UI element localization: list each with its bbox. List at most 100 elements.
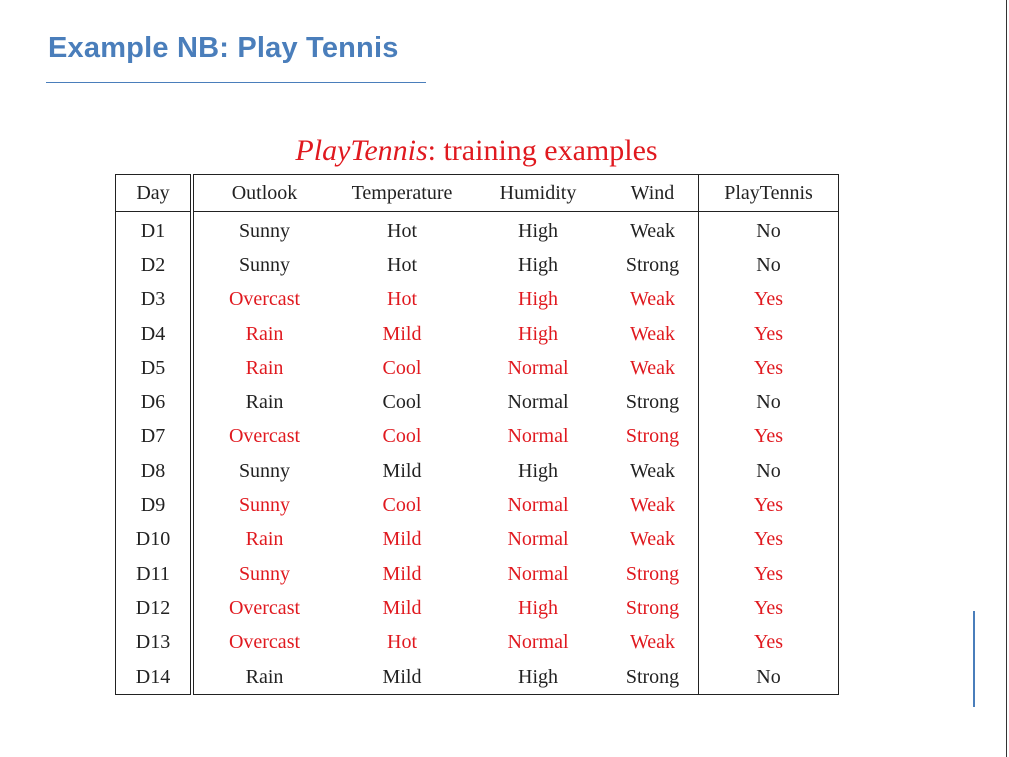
cell-temperature: Cool: [382, 391, 422, 414]
cell-humidity: High: [518, 665, 558, 688]
table-row: D9 Sunny Cool Normal Weak Yes: [115, 488, 839, 523]
table-row: D4 Rain Mild High Weak Yes: [115, 316, 839, 352]
cell-humidity: High: [518, 596, 558, 619]
cell-wind: Weak: [607, 282, 699, 317]
cell-playtennis: Yes: [753, 425, 784, 448]
cell-temperature: Hot: [387, 288, 417, 311]
cell-day: D14: [115, 659, 194, 695]
table-caption: PlayTennis: training examples: [115, 134, 838, 168]
cell-playtennis: No: [756, 391, 781, 414]
cell-wind: Strong: [607, 248, 699, 283]
cell-day: D7: [115, 419, 194, 455]
cell-temperature: Mild: [382, 459, 422, 482]
cell-humidity: High: [518, 288, 558, 311]
cell-humidity: Normal: [507, 494, 569, 517]
slide-title: Example NB: Play Tennis: [48, 32, 399, 64]
cell-outlook: Rain: [245, 665, 284, 688]
table-caption-dataset-name: PlayTennis: [295, 134, 428, 167]
cell-outlook: Rain: [245, 528, 284, 551]
cell-playtennis: Yes: [753, 356, 784, 379]
cell-wind: Strong: [607, 385, 699, 420]
cell-wind: Strong: [607, 659, 699, 695]
table-row: D8 Sunny Mild High Weak No: [115, 454, 839, 489]
cell-playtennis: Yes: [753, 562, 784, 585]
cell-humidity: Normal: [507, 631, 569, 654]
cell-outlook: Sunny: [238, 562, 291, 585]
cell-humidity: Normal: [507, 391, 569, 414]
cell-outlook: Overcast: [228, 288, 301, 311]
cell-day: D8: [115, 454, 194, 489]
cell-humidity: High: [518, 219, 558, 242]
cell-day: D11: [115, 556, 194, 592]
table-row: D11 Sunny Mild Normal Strong Yes: [115, 556, 839, 592]
cell-playtennis: Yes: [753, 631, 784, 654]
cell-day: D6: [115, 385, 194, 420]
cell-playtennis: Yes: [753, 528, 784, 551]
cell-day: D3: [115, 282, 194, 317]
header-humidity: Humidity: [469, 174, 607, 212]
header-outlook: Outlook: [192, 174, 335, 212]
cell-humidity: Normal: [507, 562, 569, 585]
header-temperature: Temperature: [335, 174, 469, 212]
cell-outlook: Sunny: [238, 219, 291, 242]
table-caption-suffix: : training examples: [427, 134, 658, 167]
table-row: D1 Sunny Hot High Weak No: [115, 211, 839, 249]
table-row: D10 Rain Mild Normal Weak Yes: [115, 522, 839, 557]
table-row: D5 Rain Cool Normal Weak Yes: [115, 351, 839, 386]
cell-wind: Strong: [607, 556, 699, 592]
table-row: D7 Overcast Cool Normal Strong Yes: [115, 419, 839, 455]
cell-outlook: Sunny: [238, 494, 291, 517]
cell-humidity: High: [518, 253, 558, 276]
cell-temperature: Cool: [382, 356, 422, 379]
cell-wind: Weak: [607, 454, 699, 489]
cell-day: D4: [115, 316, 194, 352]
cell-wind: Weak: [607, 625, 699, 660]
cell-day: D13: [115, 625, 194, 660]
table-row: D6 Rain Cool Normal Strong No: [115, 385, 839, 420]
cell-temperature: Mild: [382, 322, 422, 345]
cell-outlook: Rain: [245, 391, 284, 414]
cell-playtennis: Yes: [753, 596, 784, 619]
cell-day: D9: [115, 488, 194, 523]
cell-wind: Weak: [607, 522, 699, 557]
cell-outlook: Rain: [245, 356, 284, 379]
cell-wind: Strong: [607, 419, 699, 455]
cell-wind: Weak: [607, 211, 699, 249]
cell-wind: Weak: [607, 488, 699, 523]
cell-outlook: Sunny: [238, 253, 291, 276]
cell-day: D5: [115, 351, 194, 386]
slide-right-accent-line: [973, 611, 975, 707]
cell-humidity: High: [518, 459, 558, 482]
cell-temperature: Hot: [387, 631, 417, 654]
table-row: D3 Overcast Hot High Weak Yes: [115, 282, 839, 317]
cell-playtennis: No: [756, 459, 781, 482]
cell-temperature: Cool: [382, 494, 422, 517]
table-row: D2 Sunny Hot High Strong No: [115, 248, 839, 283]
table-body: D1 Sunny Hot High Weak No D2 Sunny Hot High Strong…: [115, 211, 839, 695]
cell-playtennis: Yes: [753, 322, 784, 345]
table-row: D13 Overcast Hot Normal Weak Yes: [115, 625, 839, 660]
header-wind: Wind: [607, 174, 699, 212]
cell-outlook: Overcast: [228, 425, 301, 448]
cell-playtennis: No: [756, 665, 781, 688]
cell-outlook: Rain: [245, 322, 284, 345]
cell-humidity: Normal: [507, 356, 569, 379]
cell-day: D10: [115, 522, 194, 557]
cell-outlook: Overcast: [228, 631, 301, 654]
cell-playtennis: Yes: [753, 288, 784, 311]
slide-right-border: [1006, 0, 1007, 757]
cell-temperature: Cool: [382, 425, 422, 448]
header-day: Day: [115, 174, 194, 212]
cell-day: D2: [115, 248, 194, 283]
cell-outlook: Overcast: [228, 596, 301, 619]
cell-temperature: Mild: [382, 596, 422, 619]
header-playtennis: PlayTennis: [698, 174, 839, 212]
cell-humidity: High: [518, 322, 558, 345]
training-examples-table: Day Outlook Temperature Humidity Wind Pl…: [115, 174, 839, 696]
cell-humidity: Normal: [507, 528, 569, 551]
cell-temperature: Hot: [387, 219, 417, 242]
table-row: D14 Rain Mild High Strong No: [115, 659, 839, 695]
cell-temperature: Mild: [382, 665, 422, 688]
cell-wind: Weak: [607, 351, 699, 386]
cell-wind: Strong: [607, 591, 699, 626]
